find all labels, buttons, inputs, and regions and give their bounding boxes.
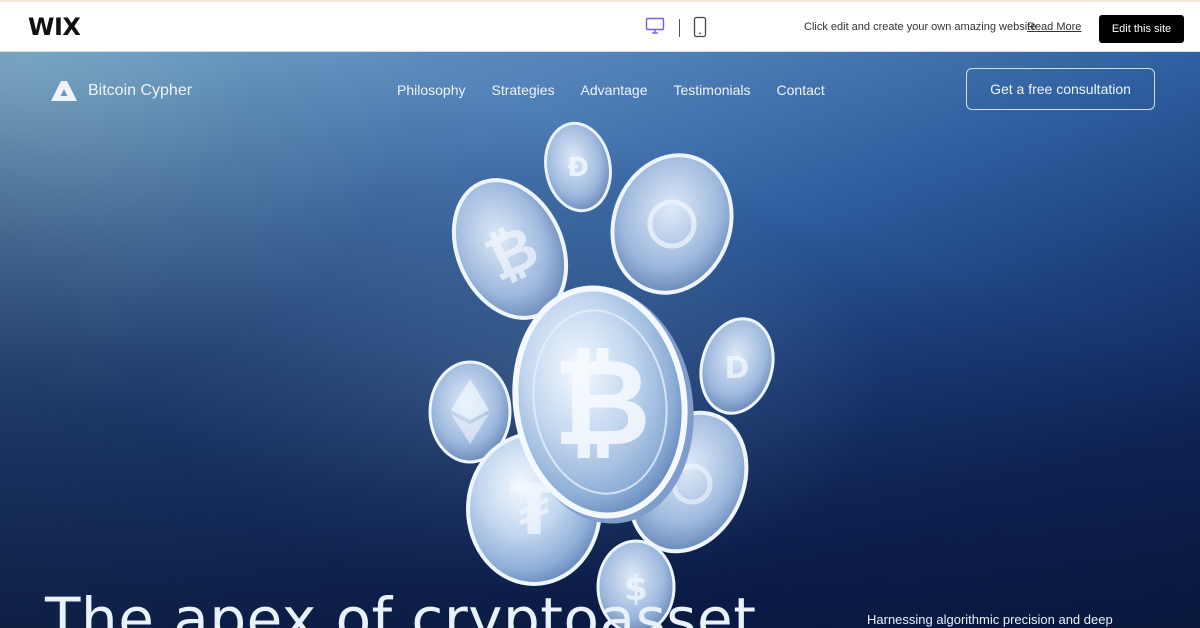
main-nav: Philosophy Strategies Advantage Testimon…: [397, 82, 825, 98]
coin-ripple-top: [610, 153, 734, 295]
nav-testimonials[interactable]: Testimonials: [674, 82, 751, 98]
nav-contact[interactable]: Contact: [777, 82, 825, 98]
wix-logo[interactable]: WIX: [28, 13, 81, 41]
mobile-icon[interactable]: [693, 16, 707, 43]
brand-logo-icon: [51, 81, 77, 101]
svg-text:Đ: Đ: [567, 153, 589, 183]
svg-text:₿: ₿: [553, 334, 651, 473]
coin-small-top: Đ: [544, 121, 612, 213]
coin-dash: D: [699, 317, 775, 415]
svg-text:D: D: [725, 351, 750, 386]
read-more-link[interactable]: Read More: [1027, 21, 1081, 33]
coins-illustration: Đ ₿ D ₮ ₿ $: [428, 121, 775, 628]
device-divider: [679, 19, 680, 37]
wix-top-bar: WIX Click edit and create your own amazi…: [0, 0, 1200, 52]
nav-strategies[interactable]: Strategies: [492, 82, 555, 98]
hero-headline: The apex of cryptoasset: [45, 585, 757, 628]
brand[interactable]: Bitcoin Cypher: [50, 80, 192, 102]
nav-philosophy[interactable]: Philosophy: [397, 82, 466, 98]
edit-site-button[interactable]: Edit this site: [1099, 15, 1184, 43]
free-consultation-button[interactable]: Get a free consultation: [966, 68, 1155, 110]
wix-message: Click edit and create your own amazing w…: [804, 21, 1037, 33]
nav-advantage[interactable]: Advantage: [581, 82, 648, 98]
brand-name: Bitcoin Cypher: [88, 82, 193, 99]
hero-section: Bitcoin Cypher Philosophy Strategies Adv…: [0, 52, 1200, 628]
desktop-icon[interactable]: [645, 16, 665, 41]
hero-subtext: Harnessing algorithmic precision and dee…: [867, 612, 1113, 627]
